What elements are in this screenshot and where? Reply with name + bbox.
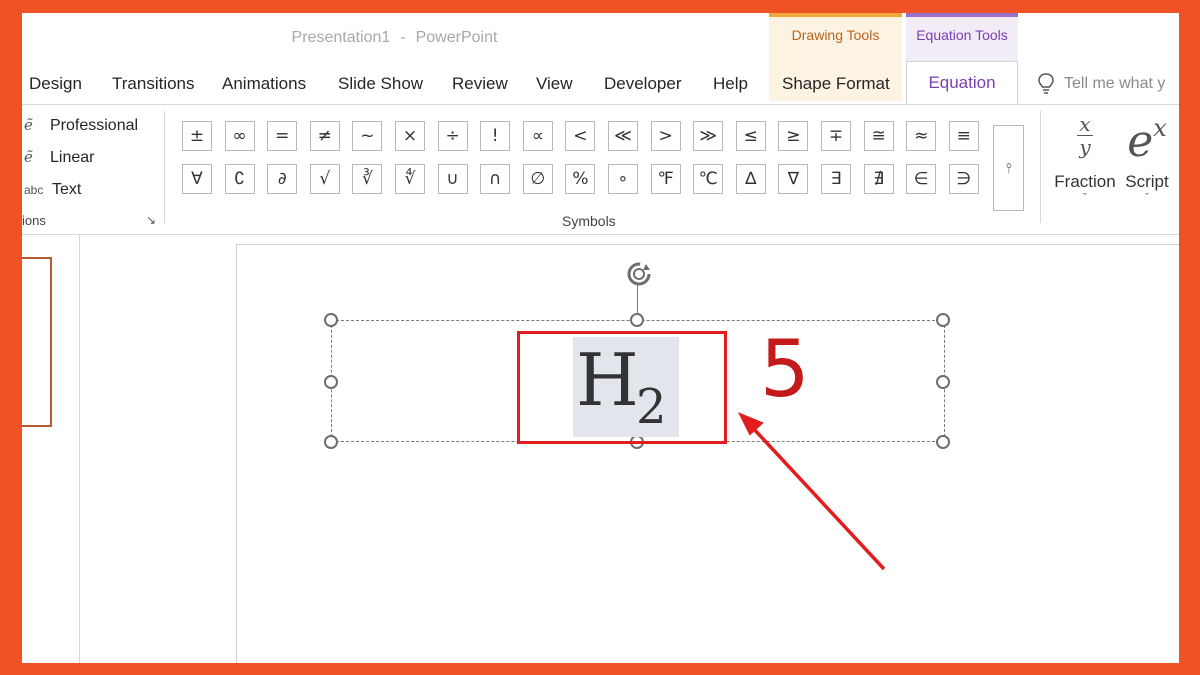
annotation-arrow-icon bbox=[737, 412, 886, 571]
powerpoint-window: Presentation1- PowerPoint Drawing Tools E… bbox=[22, 13, 1179, 663]
